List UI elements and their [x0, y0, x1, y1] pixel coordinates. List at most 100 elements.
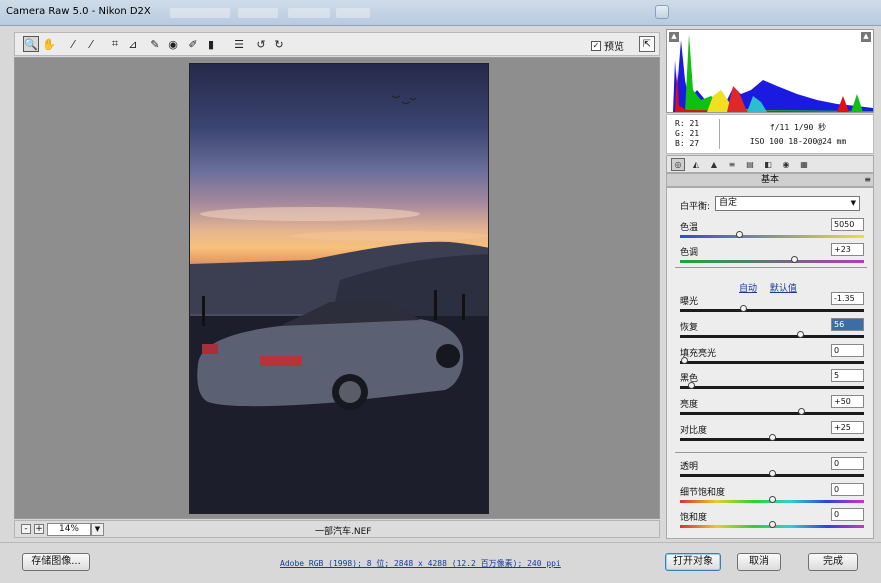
- slider-label: 细节饱和度: [680, 488, 726, 498]
- slider-thumb[interactable]: [680, 357, 688, 364]
- auto-link[interactable]: 自动: [739, 284, 757, 294]
- preview-checkbox[interactable]: ✓ 预览: [591, 38, 624, 53]
- rotate-ccw-icon: ↺: [256, 37, 266, 51]
- zoom-out-button[interactable]: -: [21, 524, 31, 534]
- pixel-readout: R: 21 G: 21 B: 27 f/11 1/90 秒 ISO 100 18…: [666, 114, 874, 154]
- workflow-options-link[interactable]: Adobe RGB (1998); 8 位; 2848 x 4288 (12.2…: [280, 558, 561, 569]
- slider-value-field[interactable]: 0: [831, 483, 864, 496]
- zoom-tool[interactable]: 🔍: [23, 36, 39, 52]
- slider-6: 亮度 +50: [678, 395, 864, 421]
- slider-thumb[interactable]: [796, 331, 804, 338]
- zoom-dropdown-button[interactable]: ▼: [91, 523, 104, 536]
- slider-label: 透明: [680, 462, 699, 472]
- slider-value-field[interactable]: 0: [831, 508, 864, 521]
- green-value: G: 21: [675, 129, 700, 138]
- rotate-cw-icon: ↻: [274, 37, 284, 51]
- slider-value-field[interactable]: 56: [831, 318, 864, 331]
- slider-thumb[interactable]: [769, 470, 776, 477]
- histogram: ▲ ▲: [666, 29, 874, 113]
- tool-toolbar: 🔍 ✋ ⁄ ⁄ ⌗ ⊿ ✎ ◉ ✐ ▮ ☰ ↺ ↻ ✓ 预览 ⇱: [14, 32, 660, 56]
- fullscreen-button[interactable]: ⇱: [639, 36, 655, 52]
- save-image-button[interactable]: 存储图像...: [22, 553, 90, 571]
- slider-1: 色调 +23: [678, 243, 864, 269]
- white-balance-tool[interactable]: ⁄: [65, 36, 81, 52]
- zoom-level-field[interactable]: 14%: [47, 523, 91, 536]
- slider-track[interactable]: [680, 386, 864, 389]
- color-sampler-tool[interactable]: ⁄: [83, 36, 99, 52]
- slider-label: 恢复: [680, 323, 699, 333]
- detail-tab-icon[interactable]: ▲: [707, 158, 721, 171]
- crop-icon: ⌗: [111, 37, 119, 50]
- eye-icon: ◉: [168, 37, 178, 51]
- highlight-clipping-button[interactable]: ▲: [861, 32, 871, 42]
- slider-track[interactable]: [680, 260, 864, 263]
- slider-value-field[interactable]: 0: [831, 457, 864, 470]
- slider-thumb[interactable]: [739, 305, 747, 312]
- auto-default-links: 自动 默认值: [739, 281, 807, 294]
- window-title: Camera Raw 5.0 - Nikon D2X: [6, 6, 151, 17]
- zoom-in-button[interactable]: +: [34, 524, 44, 534]
- open-object-button[interactable]: 打开对象: [665, 553, 721, 571]
- slider-track[interactable]: [680, 412, 864, 415]
- bottom-bar: 存储图像... Adobe RGB (1998); 8 位; 2848 x 42…: [0, 542, 881, 583]
- slider-value-field[interactable]: +23: [831, 243, 864, 256]
- brush-icon: ✐: [188, 37, 198, 51]
- done-button[interactable]: 完成: [808, 553, 858, 571]
- preview-label: 预览: [604, 42, 624, 53]
- slider-0: 色温 5050: [678, 218, 864, 244]
- slider-thumb[interactable]: [735, 231, 743, 238]
- hand-tool[interactable]: ✋: [41, 36, 57, 52]
- magnifier-icon: 🔍: [24, 37, 38, 51]
- slider-thumb[interactable]: [688, 382, 696, 389]
- slider-thumb[interactable]: [769, 496, 776, 503]
- crop-tool[interactable]: ⌗: [107, 36, 123, 52]
- preview-checkbox-box[interactable]: ✓: [591, 40, 601, 51]
- red-eye-tool[interactable]: ◉: [165, 36, 181, 52]
- slider-track[interactable]: [680, 309, 864, 312]
- slider-5: 黑色 5: [678, 369, 864, 395]
- shadow-clipping-button[interactable]: ▲: [669, 32, 679, 42]
- preferences-tool[interactable]: ☰: [231, 36, 247, 52]
- spot-removal-tool[interactable]: ✎: [147, 36, 163, 52]
- zoom-statusbar: - + 14% ▼ 一部汽车.NEF: [14, 520, 660, 538]
- slider-value-field[interactable]: -1.35: [831, 292, 864, 305]
- basic-tab-icon[interactable]: ◎: [671, 158, 685, 171]
- slider-value-field[interactable]: +25: [831, 421, 864, 434]
- straighten-tool[interactable]: ⊿: [125, 36, 141, 52]
- straighten-icon: ⊿: [128, 37, 138, 51]
- hsl-tab-icon[interactable]: ≡: [725, 158, 739, 171]
- slider-label: 饱和度: [680, 513, 708, 523]
- cancel-button[interactable]: 取消: [737, 553, 781, 571]
- lens-tab-icon[interactable]: ◧: [761, 158, 775, 171]
- panel-menu-icon[interactable]: ≡: [864, 174, 871, 186]
- rgb-values: R: 21 G: 21 B: 27: [675, 119, 699, 149]
- slider-thumb[interactable]: [769, 521, 776, 528]
- default-link[interactable]: 默认值: [770, 284, 797, 294]
- tone-curve-tab-icon[interactable]: ◭: [689, 158, 703, 171]
- slider-value-field[interactable]: 0: [831, 344, 864, 357]
- filename-label: 一部汽车.NEF: [315, 527, 372, 537]
- slider-track[interactable]: [680, 361, 864, 364]
- exif-aperture-shutter: f/11 1/90 秒: [769, 123, 827, 132]
- blue-value: B: 27: [675, 139, 700, 148]
- slider-value-field[interactable]: +50: [831, 395, 864, 408]
- presets-tab-icon[interactable]: ▦: [797, 158, 811, 171]
- camera-calibration-tab-icon[interactable]: ◉: [779, 158, 793, 171]
- slider-value-field[interactable]: 5050: [831, 218, 864, 231]
- rotate-left-tool[interactable]: ↺: [253, 36, 269, 52]
- eyedropper-icon: ⁄: [72, 37, 74, 51]
- panel-divider: [675, 452, 867, 453]
- graduated-filter-tool[interactable]: ▮: [203, 36, 219, 52]
- slider-value-field[interactable]: 5: [831, 369, 864, 382]
- rotate-right-tool[interactable]: ↻: [271, 36, 287, 52]
- slider-4: 填充亮光 0: [678, 344, 864, 370]
- adjustment-brush-tool[interactable]: ✐: [185, 36, 201, 52]
- slider-thumb[interactable]: [769, 434, 776, 441]
- slider-track[interactable]: [680, 235, 864, 238]
- white-balance-select[interactable]: 自定 ▼: [715, 196, 860, 211]
- window-close-button[interactable]: [655, 5, 669, 19]
- exif-iso-lens: ISO 100 18-200@24 mm: [749, 137, 847, 146]
- split-toning-tab-icon[interactable]: ▤: [743, 158, 757, 171]
- image-canvas[interactable]: [14, 57, 660, 519]
- slider-track[interactable]: [680, 335, 864, 338]
